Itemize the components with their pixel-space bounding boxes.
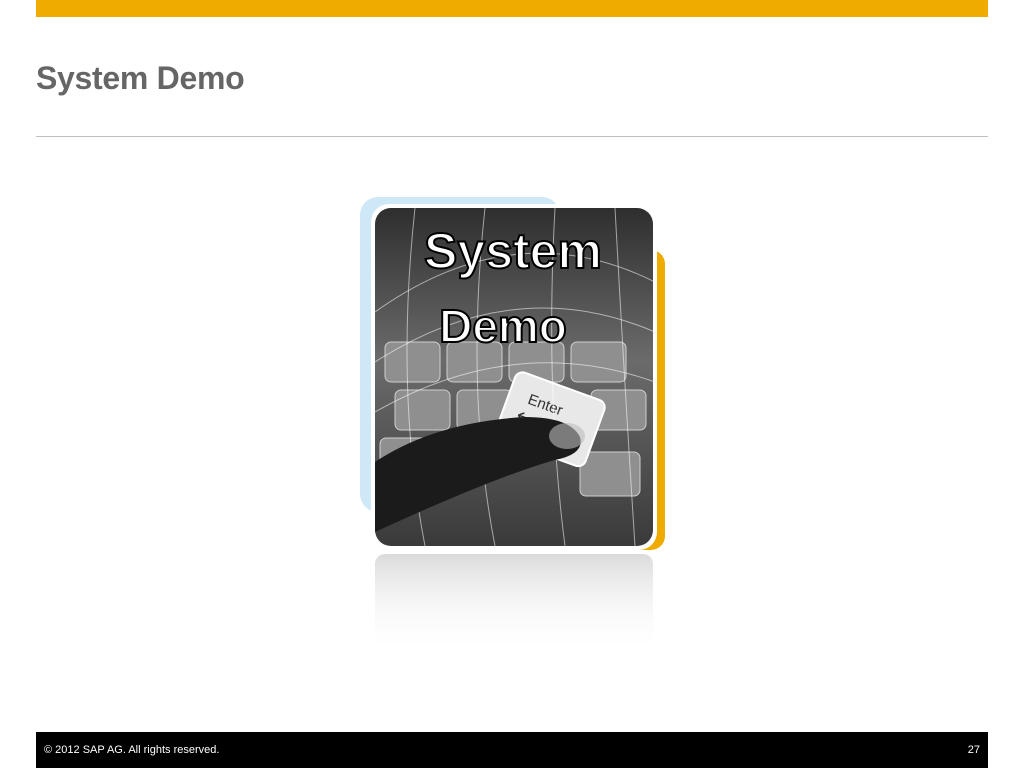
page-title: System Demo — [36, 60, 245, 96]
footer-copyright: © 2012 SAP AG. All rights reserved. — [44, 744, 220, 756]
graphic-line1: System — [424, 223, 602, 279]
top-accent-bar — [36, 0, 988, 17]
reflection — [375, 554, 653, 654]
system-demo-image: Enter System Demo — [355, 192, 675, 662]
page-number: 27 — [967, 744, 980, 756]
title-divider — [36, 136, 988, 137]
graphic-line2: Demo — [439, 300, 567, 352]
footer-bar: © 2012 SAP AG. All rights reserved. 27 — [36, 732, 988, 768]
